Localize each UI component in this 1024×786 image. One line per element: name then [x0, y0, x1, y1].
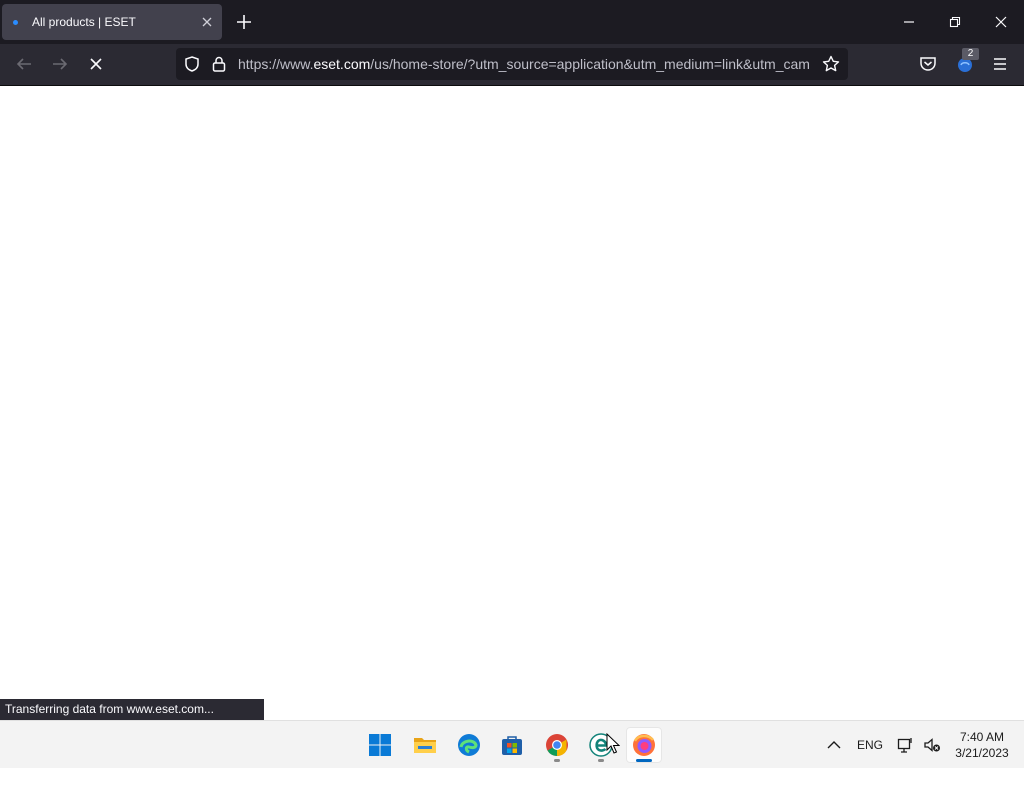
clock-time: 7:40 AM [959, 730, 1005, 744]
minimize-button[interactable] [897, 10, 921, 34]
restore-button[interactable] [943, 10, 967, 34]
url-prefix: https://www. [238, 56, 314, 72]
tab-close-icon[interactable] [198, 13, 216, 31]
forward-button[interactable] [46, 50, 74, 78]
url-text[interactable]: https://www.eset.com/us/home-store/?utm_… [238, 56, 814, 72]
running-indicator [554, 759, 560, 762]
chrome-icon[interactable] [539, 727, 575, 763]
close-window-button[interactable] [989, 10, 1013, 34]
clock[interactable]: 7:40 AM 3/21/2023 [946, 729, 1018, 761]
language-indicator[interactable]: ENG [857, 738, 883, 786]
url-bar[interactable]: https://www.eset.com/us/home-store/?utm_… [176, 48, 848, 80]
microsoft-store-icon[interactable] [494, 727, 530, 763]
lock-icon[interactable] [209, 54, 229, 79]
stop-loading-button[interactable] [82, 50, 110, 78]
nav-toolbar: https://www.eset.com/us/home-store/?utm_… [0, 44, 1024, 86]
extension-badge: 2 [962, 48, 979, 60]
extension-button[interactable]: 2 [951, 48, 979, 78]
active-indicator [636, 759, 652, 762]
clock-date: 3/21/2023 [955, 746, 1009, 760]
speaker-muted-icon[interactable] [922, 735, 942, 783]
show-hidden-icons-chevron-icon[interactable] [824, 735, 844, 783]
tab-all-products[interactable]: All products | ESET [2, 4, 222, 40]
running-indicator [598, 759, 604, 762]
status-bar: Transferring data from www.eset.com... [0, 699, 264, 720]
page-content [0, 86, 1024, 720]
tab-bar: All products | ESET [0, 0, 1024, 44]
network-icon[interactable] [896, 735, 916, 783]
url-path: /us/home-store/?utm_source=application&u… [370, 56, 810, 72]
bookmark-star-icon[interactable] [821, 54, 841, 79]
back-button[interactable] [10, 50, 38, 78]
url-host: eset.com [313, 56, 371, 72]
firefox-icon[interactable] [626, 727, 662, 763]
tab-title: All products | ESET [32, 15, 136, 29]
loading-favicon-icon [13, 20, 18, 25]
tracking-protection-shield-icon[interactable] [182, 54, 202, 79]
file-explorer-icon[interactable] [407, 727, 443, 763]
edge-browser-icon[interactable] [451, 727, 487, 763]
start-button[interactable] [362, 727, 398, 763]
pocket-button[interactable] [914, 50, 942, 78]
new-tab-button[interactable] [232, 10, 256, 34]
taskbar: ENG 7:40 AM 3/21/2023 [0, 720, 1024, 768]
mouse-cursor-icon [606, 732, 621, 760]
menu-button[interactable] [986, 50, 1014, 78]
